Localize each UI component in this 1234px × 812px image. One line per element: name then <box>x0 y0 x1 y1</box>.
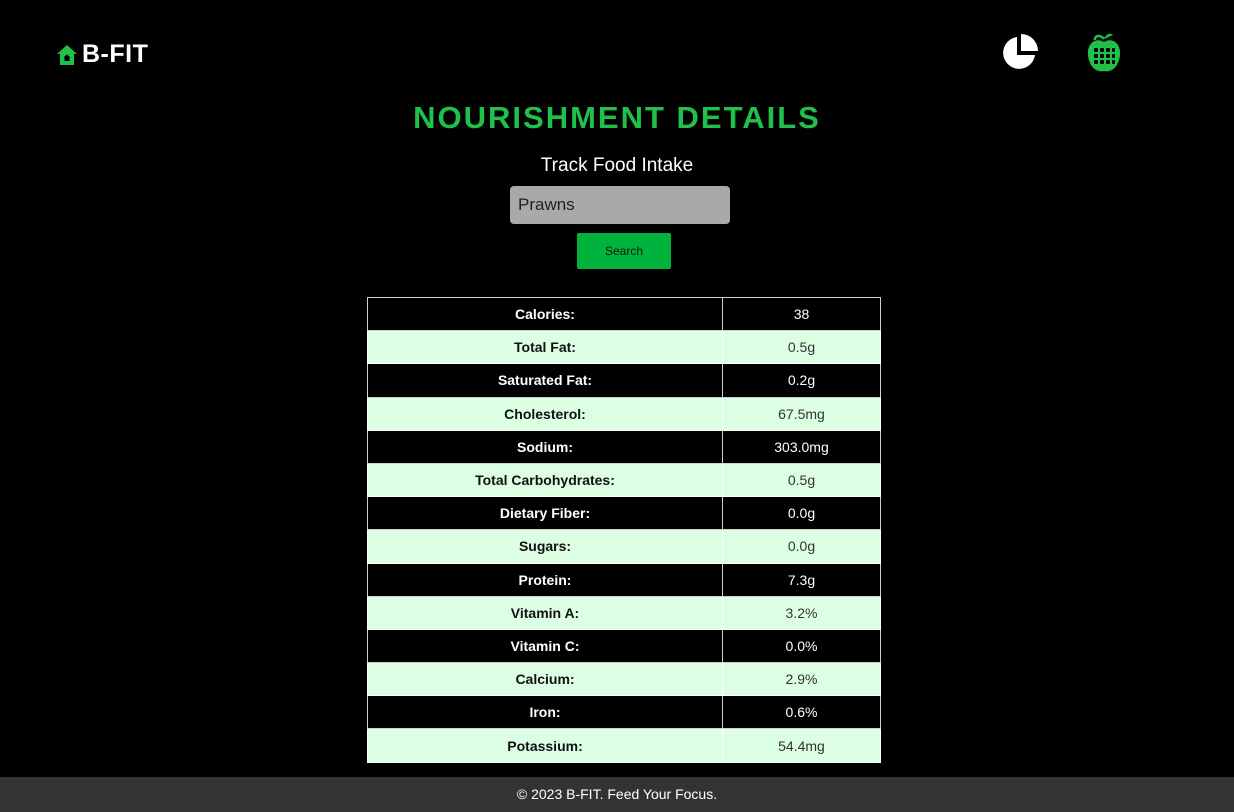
nutrient-label: Iron: <box>367 695 723 730</box>
nutrient-label: Saturated Fat: <box>367 363 723 398</box>
nutrient-label: Sodium: <box>367 429 723 464</box>
table-row: Protein: 7.3g <box>367 562 881 597</box>
footer-text: © 2023 B-FIT. Feed Your Focus. <box>516 786 718 802</box>
nutrient-value: 303.0mg <box>722 429 881 464</box>
nutrient-label: Total Carbohydrates: <box>367 462 723 498</box>
pie-chart-icon[interactable] <box>999 32 1041 72</box>
nutrition-table: Calories: 38 Total Fat: 0.5g Saturated Fat: 0… <box>367 296 881 763</box>
table-row: Sodium: 303.0mg <box>367 429 881 464</box>
table-row: Saturated Fat: 0.2g <box>367 363 881 398</box>
table-row: Iron: 0.6% <box>367 695 881 730</box>
apple-calculator-icon[interactable] <box>1086 30 1122 74</box>
nutrient-value: 0.0g <box>722 529 881 564</box>
home-icon <box>56 44 78 66</box>
table-row: Vitamin A: 3.2% <box>367 595 881 630</box>
search-button[interactable]: Search <box>577 233 671 269</box>
brand-home-link[interactable]: B-FIT <box>56 40 148 69</box>
page-title: NOURISHMENT DETAILS <box>413 100 821 135</box>
food-search-input[interactable] <box>510 186 730 224</box>
nutrient-value: 7.3g <box>722 562 881 597</box>
nutrient-label: Protein: <box>367 562 723 597</box>
nutrient-value: 67.5mg <box>722 396 881 431</box>
nutrient-value: 54.4mg <box>722 728 881 763</box>
nutrient-label: Potassium: <box>367 728 723 763</box>
nutrient-label: Calcium: <box>367 662 723 697</box>
nutrient-value: 0.5g <box>722 330 881 365</box>
nutrient-value: 0.0% <box>722 628 881 664</box>
brand-name: B-FIT <box>82 40 149 68</box>
page: B-FIT NOURISHMENT DETAILS Track Food Int… <box>0 0 1234 812</box>
table-row: Sugars: 0.0g <box>367 529 881 564</box>
nutrient-value: 38 <box>722 296 881 332</box>
nutrient-value: 0.6% <box>722 695 881 730</box>
nutrient-label: Total Fat: <box>367 330 723 365</box>
nutrient-value: 2.9% <box>722 662 881 697</box>
nutrient-value: 0.5g <box>722 462 881 498</box>
table-row: Vitamin C: 0.0% <box>367 628 881 664</box>
table-row: Calcium: 2.9% <box>367 662 881 697</box>
nutrient-label: Sugars: <box>367 529 723 564</box>
nutrient-value: 3.2% <box>722 595 881 630</box>
nutrient-label: Vitamin A: <box>367 595 723 630</box>
nutrient-label: Calories: <box>367 296 723 332</box>
nutrient-label: Vitamin C: <box>367 628 723 664</box>
table-row: Dietary Fiber: 0.0g <box>367 496 881 531</box>
nutrient-value: 0.2g <box>722 363 881 398</box>
table-row: Potassium: 54.4mg <box>367 728 881 763</box>
table-row: Total Fat: 0.5g <box>367 330 881 365</box>
table-row: Cholesterol: 67.5mg <box>367 396 881 431</box>
track-food-subtitle: Track Food Intake <box>540 155 694 176</box>
table-row: Total Carbohydrates: 0.5g <box>367 462 881 498</box>
table-row: Calories: 38 <box>367 296 881 332</box>
nutrient-label: Cholesterol: <box>367 396 723 431</box>
footer: © 2023 B-FIT. Feed Your Focus. <box>0 777 1234 812</box>
nutrient-value: 0.0g <box>722 496 881 531</box>
nutrient-label: Dietary Fiber: <box>367 496 723 531</box>
